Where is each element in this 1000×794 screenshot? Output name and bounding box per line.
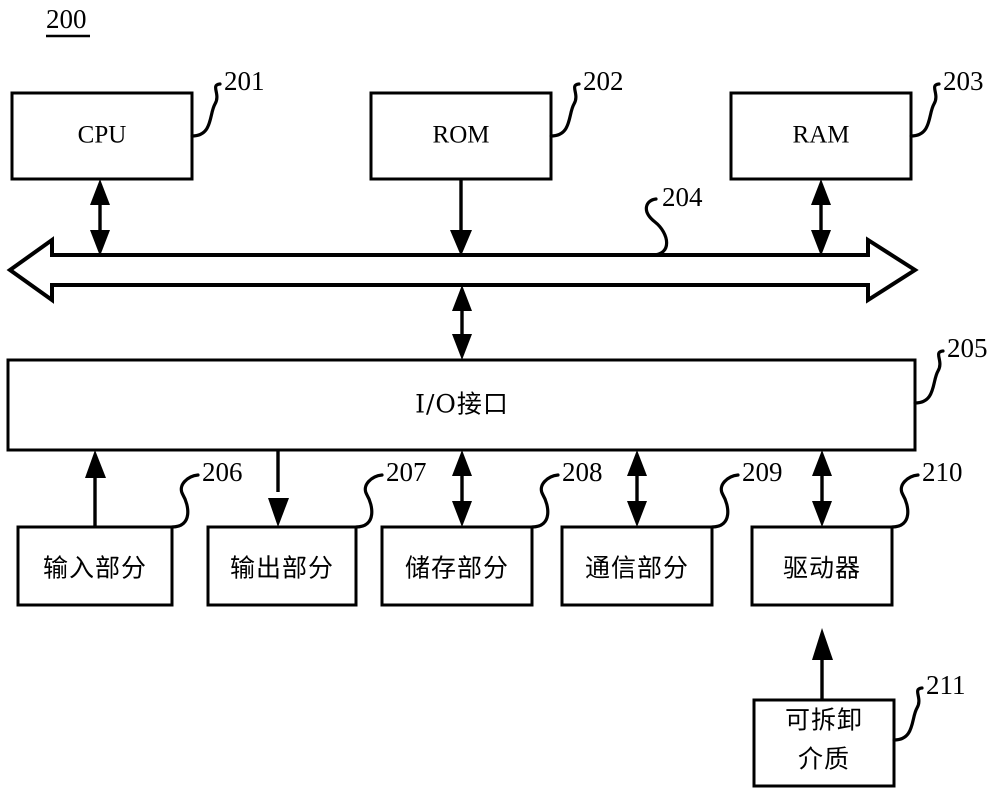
leader-input: 206 bbox=[170, 457, 243, 529]
connector-ram-bus bbox=[811, 179, 831, 256]
leader-removable-media: 211 bbox=[892, 670, 966, 742]
rom-leader-squiggle bbox=[549, 82, 581, 138]
block-storage[interactable]: 储存部分 bbox=[380, 525, 534, 607]
leader-driver: 210 bbox=[890, 457, 963, 529]
output-leader-squiggle bbox=[354, 473, 384, 529]
bus-io-arrowhead-up bbox=[452, 285, 472, 311]
leader-cpu: 201 bbox=[190, 66, 265, 138]
connector-io-comm bbox=[627, 450, 647, 527]
output-label: 输出部分 bbox=[230, 554, 334, 583]
connector-io-driver bbox=[812, 450, 832, 527]
block-diagram: 200 CPU 201 ROM 202 RAM 203 204 I/O接口 20… bbox=[6, 4, 988, 788]
cpu-bus-arrowhead-down bbox=[90, 230, 110, 256]
block-input[interactable]: 输入部分 bbox=[16, 525, 174, 607]
removable-media-leader-squiggle bbox=[892, 686, 924, 742]
figure-number-group: 200 bbox=[46, 4, 90, 38]
communication-label: 通信部分 bbox=[585, 554, 689, 583]
block-cpu[interactable]: CPU bbox=[10, 91, 194, 181]
rom-ref-number: 202 bbox=[583, 66, 624, 96]
rom-bus-arrowhead-down bbox=[450, 230, 472, 256]
input-leader-squiggle bbox=[170, 473, 200, 529]
connector-io-output bbox=[268, 450, 289, 527]
block-driver[interactable]: 驱动器 bbox=[750, 525, 894, 607]
io-interface-label: I/O接口 bbox=[415, 390, 509, 419]
driver-label: 驱动器 bbox=[783, 554, 861, 583]
input-ref-number: 206 bbox=[202, 457, 243, 487]
leader-io: 205 bbox=[913, 333, 988, 405]
storage-label: 储存部分 bbox=[405, 554, 509, 583]
block-ram[interactable]: RAM bbox=[729, 91, 913, 181]
leader-output: 207 bbox=[354, 457, 427, 529]
bus-io-arrowhead-down bbox=[452, 334, 472, 360]
connector-input-io bbox=[85, 450, 106, 527]
leader-storage: 208 bbox=[530, 457, 603, 529]
storage-ref-number: 208 bbox=[562, 457, 603, 487]
io-driver-arrowhead-up bbox=[812, 450, 832, 476]
removable-media-label-line1: 可拆卸 bbox=[785, 706, 863, 735]
input-label: 输入部分 bbox=[43, 554, 147, 583]
cpu-leader-squiggle bbox=[190, 82, 222, 138]
input-io-arrowhead-up bbox=[85, 450, 106, 478]
connector-rom-bus bbox=[450, 179, 472, 256]
driver-leader-squiggle bbox=[890, 473, 920, 529]
io-leader-squiggle bbox=[913, 349, 945, 405]
connector-io-storage bbox=[452, 450, 472, 527]
block-io-interface[interactable]: I/O接口 bbox=[6, 358, 917, 452]
figure-canvas: 200 CPU 201 ROM 202 RAM 203 204 I/O接口 20… bbox=[0, 0, 1000, 794]
io-comm-arrowhead-up bbox=[627, 450, 647, 476]
connector-media-driver bbox=[812, 628, 833, 700]
rom-label: ROM bbox=[433, 122, 490, 149]
io-storage-arrowhead-up bbox=[452, 450, 472, 476]
block-communication[interactable]: 通信部分 bbox=[560, 525, 714, 607]
bus-ref-number: 204 bbox=[662, 182, 703, 212]
io-comm-arrowhead-down bbox=[627, 501, 647, 527]
block-output[interactable]: 输出部分 bbox=[206, 525, 358, 607]
io-driver-arrowhead-down bbox=[812, 501, 832, 527]
media-driver-arrowhead-up bbox=[812, 628, 833, 660]
leader-bus: 204 bbox=[644, 182, 703, 257]
leader-rom: 202 bbox=[549, 66, 624, 138]
output-ref-number: 207 bbox=[386, 457, 427, 487]
driver-ref-number: 210 bbox=[922, 457, 963, 487]
io-ref-number: 205 bbox=[947, 333, 988, 363]
connector-cpu-bus bbox=[90, 179, 110, 256]
block-removable-media[interactable]: 可拆卸 介质 bbox=[752, 698, 896, 788]
communication-ref-number: 209 bbox=[742, 457, 783, 487]
storage-leader-squiggle bbox=[530, 473, 560, 529]
connector-bus-io bbox=[452, 285, 472, 360]
io-output-arrowhead-down bbox=[268, 498, 289, 527]
cpu-bus-arrowhead-up bbox=[90, 179, 110, 205]
ram-label: RAM bbox=[793, 122, 850, 149]
removable-media-label-line2: 介质 bbox=[798, 745, 850, 774]
leader-ram: 203 bbox=[909, 66, 984, 138]
cpu-ref-number: 201 bbox=[224, 66, 265, 96]
ram-ref-number: 203 bbox=[943, 66, 984, 96]
ram-bus-arrowhead-down bbox=[811, 230, 831, 256]
block-rom[interactable]: ROM bbox=[369, 91, 553, 181]
ram-leader-squiggle bbox=[909, 82, 941, 138]
cpu-label: CPU bbox=[78, 122, 127, 149]
leader-communication: 209 bbox=[710, 457, 783, 529]
communication-leader-squiggle bbox=[710, 473, 740, 529]
figure-number: 200 bbox=[46, 4, 87, 34]
removable-media-ref-number: 211 bbox=[926, 670, 966, 700]
io-storage-arrowhead-down bbox=[452, 501, 472, 527]
ram-bus-arrowhead-up bbox=[811, 179, 831, 205]
